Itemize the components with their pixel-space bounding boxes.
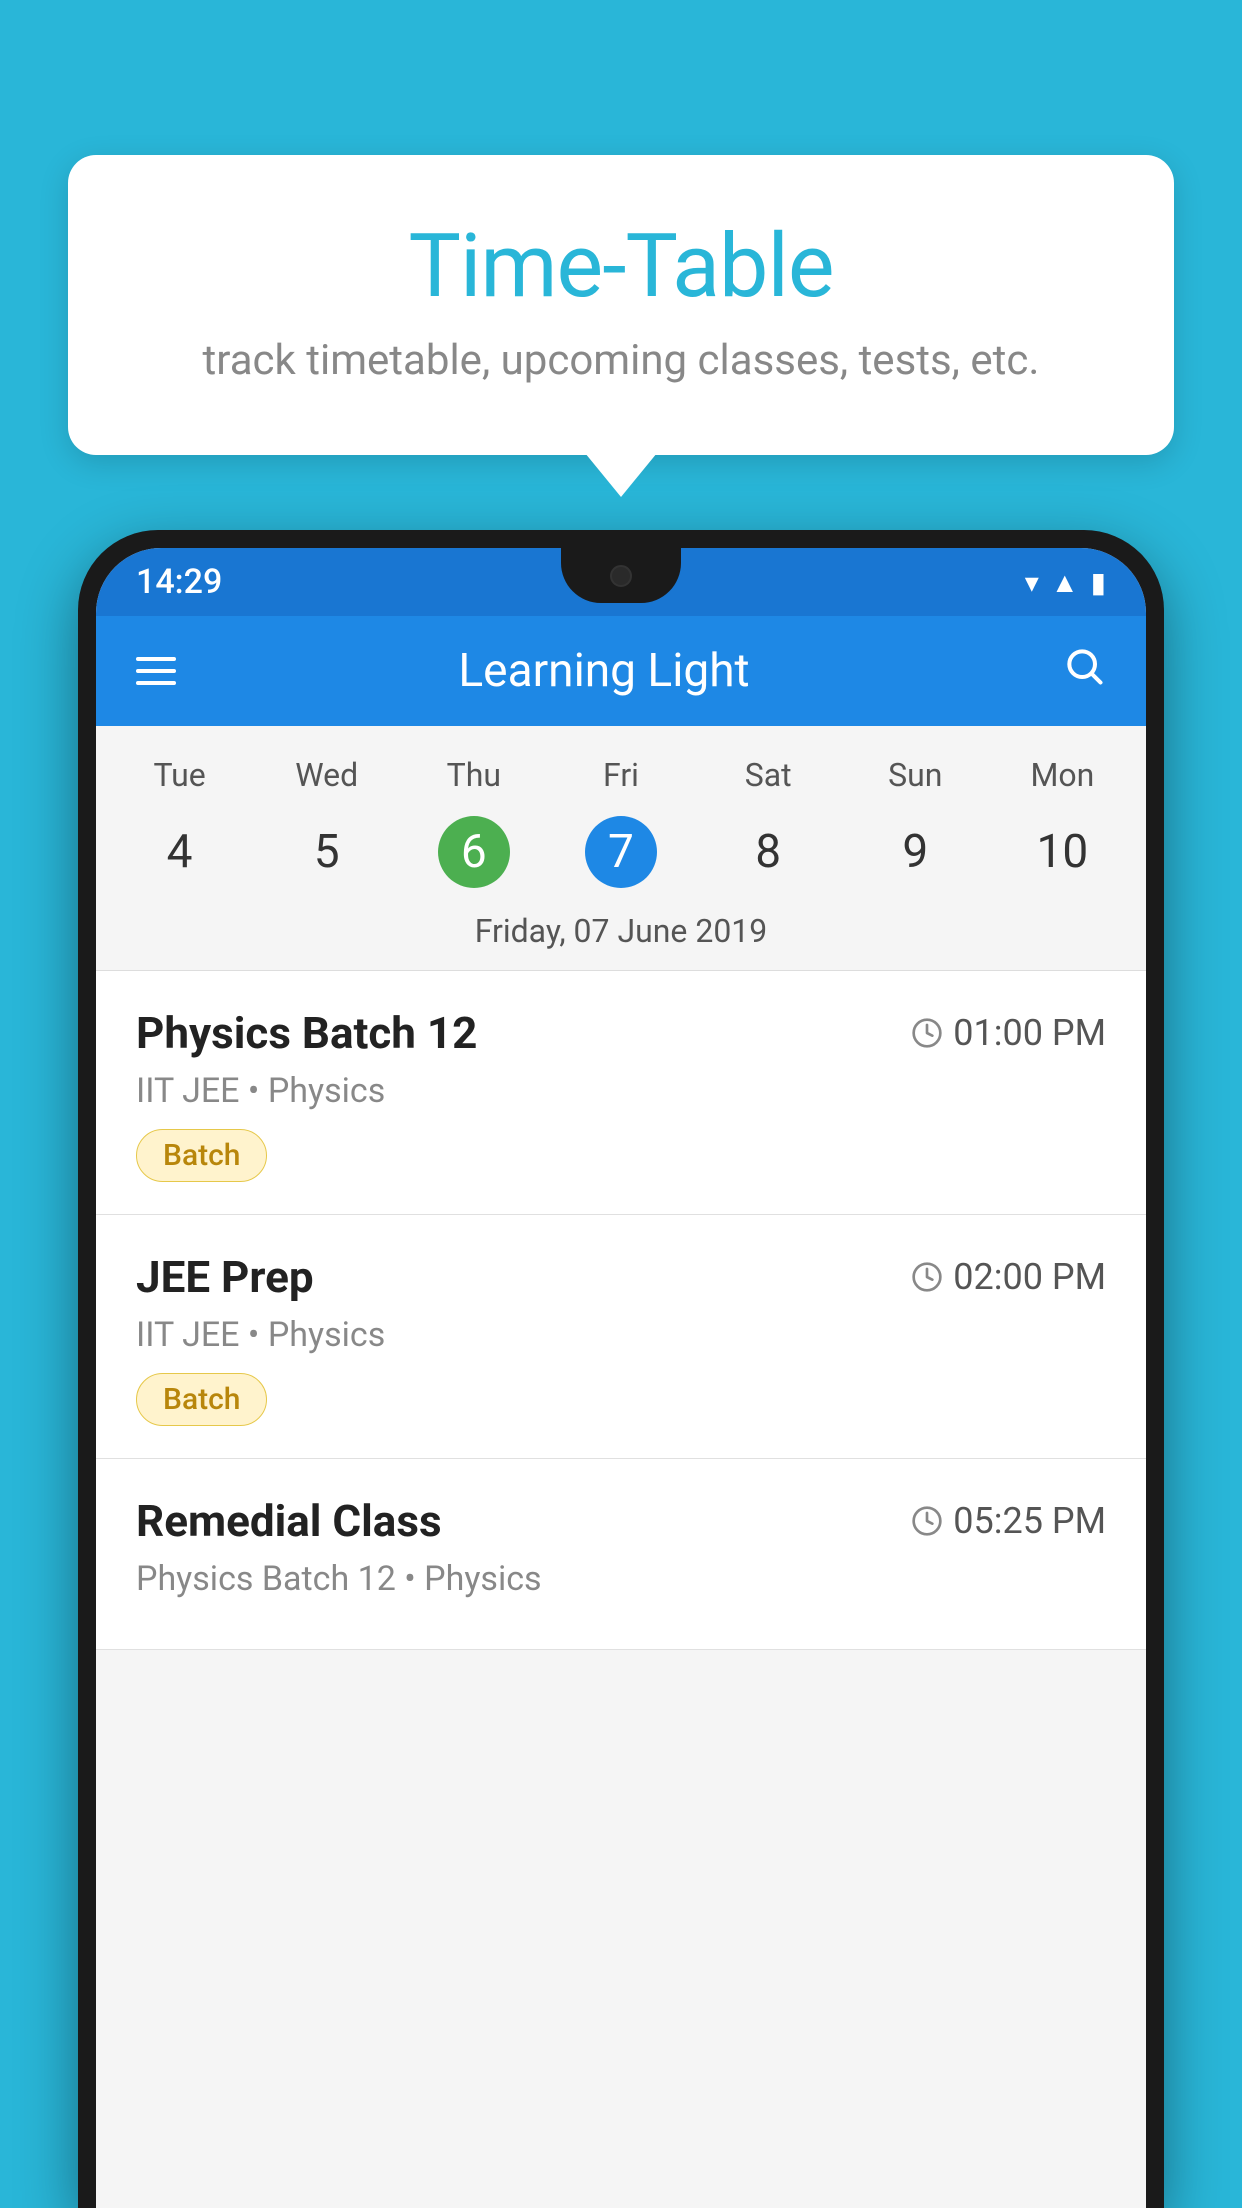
schedule-item-header: JEE Prep 02:00 PM xyxy=(136,1251,1106,1303)
schedule-item-title: Remedial Class xyxy=(136,1495,442,1547)
schedule-item[interactable]: JEE Prep 02:00 PM IIT JEE • Physics Batch xyxy=(96,1215,1146,1459)
calendar-strip: TueWedThuFriSatSunMon 45678910 Friday, 0… xyxy=(96,726,1146,971)
day-number[interactable]: 5 xyxy=(253,804,400,900)
schedule-item-time: 05:25 PM xyxy=(911,1500,1106,1542)
selected-date-label: Friday, 07 June 2019 xyxy=(96,900,1146,971)
clock-icon xyxy=(911,1505,943,1537)
schedule-item-title: Physics Batch 12 xyxy=(136,1007,477,1059)
app-toolbar: Learning Light xyxy=(96,616,1146,726)
app-title: Learning Light xyxy=(176,644,1032,698)
hamburger-menu-icon[interactable] xyxy=(136,657,176,685)
tooltip-subtitle: track timetable, upcoming classes, tests… xyxy=(118,336,1124,385)
day-number[interactable]: 4 xyxy=(106,804,253,900)
day-name: Thu xyxy=(400,746,547,804)
status-bar: 14:29 ▾ ▲ ▮ xyxy=(96,548,1146,616)
tooltip-title: Time-Table xyxy=(118,215,1124,318)
schedule-item-subtitle: IIT JEE • Physics xyxy=(136,1315,1106,1355)
schedule-item-header: Remedial Class 05:25 PM xyxy=(136,1495,1106,1547)
search-icon[interactable] xyxy=(1062,644,1106,699)
phone-inner: 14:29 ▾ ▲ ▮ Learning Light xyxy=(96,548,1146,2208)
day-name: Sat xyxy=(695,746,842,804)
phone-frame: 14:29 ▾ ▲ ▮ Learning Light xyxy=(78,530,1164,2208)
clock-icon xyxy=(911,1017,943,1049)
day-numbers: 45678910 xyxy=(96,804,1146,900)
battery-icon: ▮ xyxy=(1091,566,1106,599)
batch-badge: Batch xyxy=(136,1129,267,1182)
clock-icon xyxy=(911,1261,943,1293)
day-name: Wed xyxy=(253,746,400,804)
day-names: TueWedThuFriSatSunMon xyxy=(96,746,1146,804)
time-value: 01:00 PM xyxy=(953,1012,1106,1054)
schedule-item-title: JEE Prep xyxy=(136,1251,314,1303)
schedule-item-header: Physics Batch 12 01:00 PM xyxy=(136,1007,1106,1059)
signal-icon: ▲ xyxy=(1051,566,1079,599)
day-name: Tue xyxy=(106,746,253,804)
day-number[interactable]: 10 xyxy=(989,804,1136,900)
schedule-item-subtitle: Physics Batch 12 • Physics xyxy=(136,1559,1106,1599)
schedule-item[interactable]: Remedial Class 05:25 PM Physics Batch 12… xyxy=(96,1459,1146,1650)
notch xyxy=(561,548,681,603)
batch-badge: Batch xyxy=(136,1373,267,1426)
day-number[interactable]: 6 xyxy=(400,804,547,900)
day-number[interactable]: 7 xyxy=(547,804,694,900)
status-time: 14:29 xyxy=(136,562,222,602)
day-number[interactable]: 9 xyxy=(842,804,989,900)
day-name: Sun xyxy=(842,746,989,804)
day-name: Fri xyxy=(547,746,694,804)
tooltip-card: Time-Table track timetable, upcoming cla… xyxy=(68,155,1174,455)
schedule-item-time: 01:00 PM xyxy=(911,1012,1106,1054)
schedule-item-subtitle: IIT JEE • Physics xyxy=(136,1071,1106,1111)
schedule-item-time: 02:00 PM xyxy=(911,1256,1106,1298)
status-icons: ▾ ▲ ▮ xyxy=(1025,566,1106,599)
day-number[interactable]: 8 xyxy=(695,804,842,900)
schedule-list: Physics Batch 12 01:00 PM IIT JEE • Phys… xyxy=(96,971,1146,1650)
time-value: 05:25 PM xyxy=(953,1500,1106,1542)
wifi-icon: ▾ xyxy=(1025,566,1039,599)
schedule-item[interactable]: Physics Batch 12 01:00 PM IIT JEE • Phys… xyxy=(96,971,1146,1215)
time-value: 02:00 PM xyxy=(953,1256,1106,1298)
day-name: Mon xyxy=(989,746,1136,804)
camera xyxy=(610,565,632,587)
